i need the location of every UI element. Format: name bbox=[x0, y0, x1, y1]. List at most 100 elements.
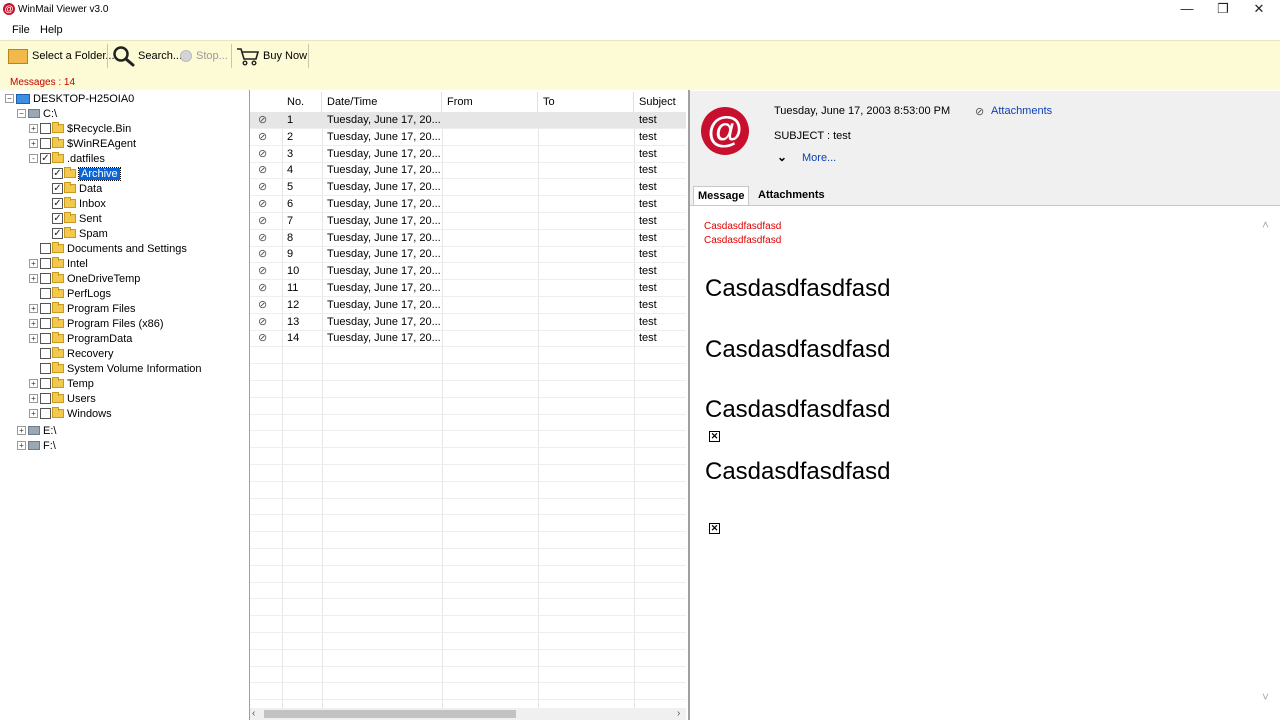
table-row[interactable]: ⊘ 4 Tuesday, June 17, 20... test bbox=[250, 162, 686, 179]
table-row[interactable]: ⊘ 7 Tuesday, June 17, 20... test bbox=[250, 213, 686, 230]
collapse-icon[interactable]: − bbox=[17, 109, 26, 118]
tree-node-folder[interactable]: + ProgramData bbox=[29, 331, 132, 346]
folder-checkbox[interactable] bbox=[40, 258, 51, 269]
search-button[interactable]: Search... bbox=[112, 46, 182, 67]
scroll-left-icon[interactable]: ‹ bbox=[252, 708, 255, 719]
expand-icon[interactable]: + bbox=[29, 304, 38, 313]
folder-checkbox[interactable] bbox=[40, 408, 51, 419]
folder-checkbox[interactable] bbox=[40, 123, 51, 134]
expand-icon[interactable]: + bbox=[29, 274, 38, 283]
folder-checkbox[interactable] bbox=[40, 303, 51, 314]
tree-node-folder[interactable]: + Users bbox=[29, 391, 96, 406]
column-header-datetime[interactable]: Date/Time bbox=[322, 92, 442, 112]
folder-checkbox[interactable] bbox=[40, 273, 51, 284]
table-row[interactable]: ⊘ 3 Tuesday, June 17, 20... test bbox=[250, 146, 686, 163]
cell-no: 11 bbox=[287, 282, 299, 294]
tree-node-drive-f[interactable]: + F:\ bbox=[17, 438, 56, 453]
folder-checkbox[interactable] bbox=[40, 288, 51, 299]
expand-icon[interactable]: + bbox=[17, 426, 26, 435]
folder-checkbox-checked[interactable]: ✓ bbox=[52, 168, 63, 179]
table-row[interactable]: ⊘ 11 Tuesday, June 17, 20... test bbox=[250, 280, 686, 297]
expand-icon[interactable]: + bbox=[29, 334, 38, 343]
collapse-icon[interactable]: - bbox=[29, 154, 38, 163]
column-header-subject[interactable]: Subject bbox=[634, 92, 686, 112]
table-row[interactable]: ⊘ 6 Tuesday, June 17, 20... test bbox=[250, 196, 686, 213]
tree-node-folder[interactable]: - ✓ .datfiles bbox=[29, 151, 105, 166]
table-row[interactable]: ⊘ 5 Tuesday, June 17, 20... test bbox=[250, 179, 686, 196]
tree-node-folder[interactable]: + $WinREAgent bbox=[29, 136, 136, 151]
tree-node-archive[interactable]: ✓ Archive bbox=[41, 166, 121, 181]
maximize-button[interactable]: ❐ bbox=[1206, 0, 1240, 20]
tree-node-folder[interactable]: ✓ Spam bbox=[41, 226, 108, 241]
close-button[interactable]: ✕ bbox=[1242, 0, 1276, 20]
tree-node-folder[interactable]: Recovery bbox=[29, 346, 113, 361]
folder-checkbox-checked[interactable]: ✓ bbox=[52, 213, 63, 224]
expand-icon[interactable]: + bbox=[29, 259, 38, 268]
tree-node-drive-c[interactable]: − C:\ bbox=[17, 106, 57, 121]
expand-icon[interactable]: + bbox=[29, 124, 38, 133]
buy-now-button[interactable]: Buy Now bbox=[236, 46, 307, 66]
folder-checkbox[interactable] bbox=[40, 363, 51, 374]
table-row[interactable]: ⊘ 12 Tuesday, June 17, 20... test bbox=[250, 297, 686, 314]
folder-checkbox-checked[interactable]: ✓ bbox=[40, 153, 51, 164]
tree-node-computer[interactable]: − DESKTOP-H25OIA0 bbox=[5, 91, 134, 106]
row-separator bbox=[250, 363, 686, 364]
scroll-down-icon[interactable]: ˅ bbox=[1262, 690, 1269, 704]
table-row[interactable]: ⊘ 13 Tuesday, June 17, 20... test bbox=[250, 314, 686, 331]
folder-checkbox[interactable] bbox=[40, 393, 51, 404]
table-row[interactable]: ⊘ 9 Tuesday, June 17, 20... test bbox=[250, 246, 686, 263]
expand-icon[interactable]: + bbox=[29, 394, 38, 403]
folder-checkbox[interactable] bbox=[40, 378, 51, 389]
more-link[interactable]: More... bbox=[802, 152, 836, 164]
column-header-to[interactable]: To bbox=[538, 92, 634, 112]
tree-node-folder[interactable]: ✓ Data bbox=[41, 181, 102, 196]
tree-node-folder[interactable]: + Temp bbox=[29, 376, 94, 391]
expand-icon[interactable]: + bbox=[29, 319, 38, 328]
folder-checkbox[interactable] bbox=[40, 333, 51, 344]
tree-node-folder[interactable]: ✓ Sent bbox=[41, 211, 102, 226]
folder-checkbox[interactable] bbox=[40, 348, 51, 359]
table-row[interactable]: ⊘ 1 Tuesday, June 17, 20... test bbox=[250, 112, 686, 129]
folder-checkbox-checked[interactable]: ✓ bbox=[52, 228, 63, 239]
tab-attachments[interactable]: Attachments bbox=[754, 186, 829, 204]
menu-file[interactable]: File bbox=[12, 24, 30, 36]
tree-node-drive-e[interactable]: + E:\ bbox=[17, 423, 56, 438]
expand-icon[interactable]: + bbox=[29, 139, 38, 148]
menu-help[interactable]: Help bbox=[40, 24, 63, 36]
tree-node-folder[interactable]: Documents and Settings bbox=[29, 241, 187, 256]
tree-node-folder[interactable]: PerfLogs bbox=[29, 286, 111, 301]
table-row[interactable]: ⊘ 10 Tuesday, June 17, 20... test bbox=[250, 263, 686, 280]
expand-icon[interactable]: + bbox=[17, 441, 26, 450]
folder-checkbox[interactable] bbox=[40, 243, 51, 254]
stop-button[interactable]: Stop... bbox=[180, 46, 228, 66]
table-row[interactable]: ⊘ 8 Tuesday, June 17, 20... test bbox=[250, 230, 686, 247]
tab-message[interactable]: Message bbox=[693, 186, 750, 205]
collapse-icon[interactable]: − bbox=[5, 94, 14, 103]
tree-node-folder[interactable]: + OneDriveTemp bbox=[29, 271, 140, 286]
tree-node-folder[interactable]: + Program Files bbox=[29, 301, 135, 316]
folder-checkbox[interactable] bbox=[40, 318, 51, 329]
minimize-button[interactable]: — bbox=[1170, 0, 1204, 20]
scroll-right-icon[interactable]: › bbox=[677, 708, 680, 719]
tree-node-folder[interactable]: + $Recycle.Bin bbox=[29, 121, 131, 136]
tree-label: PerfLogs bbox=[67, 287, 112, 300]
table-row[interactable]: ⊘ 14 Tuesday, June 17, 20... test bbox=[250, 330, 686, 347]
expand-icon[interactable]: + bbox=[29, 379, 38, 388]
select-folder-button[interactable]: Select a Folder... bbox=[8, 46, 115, 66]
column-header-from[interactable]: From bbox=[442, 92, 538, 112]
tree-node-folder[interactable]: + Program Files (x86) bbox=[29, 316, 164, 331]
folder-checkbox[interactable] bbox=[40, 138, 51, 149]
tree-node-folder[interactable]: + Intel bbox=[29, 256, 88, 271]
tree-node-folder[interactable]: ✓ Inbox bbox=[41, 196, 106, 211]
tree-node-folder[interactable]: + Windows bbox=[29, 406, 112, 421]
column-header-no[interactable]: No. bbox=[282, 92, 322, 112]
folder-checkbox-checked[interactable]: ✓ bbox=[52, 198, 63, 209]
expand-icon[interactable]: + bbox=[29, 409, 38, 418]
attachments-link[interactable]: Attachments bbox=[991, 105, 1052, 117]
scrollbar-thumb[interactable] bbox=[264, 710, 516, 718]
table-row[interactable]: ⊘ 2 Tuesday, June 17, 20... test bbox=[250, 129, 686, 146]
folder-checkbox-checked[interactable]: ✓ bbox=[52, 183, 63, 194]
chevron-down-icon[interactable]: ⌄ bbox=[777, 150, 787, 164]
tree-node-folder[interactable]: System Volume Information bbox=[29, 361, 202, 376]
scroll-up-icon[interactable]: ˄ bbox=[1262, 218, 1269, 232]
